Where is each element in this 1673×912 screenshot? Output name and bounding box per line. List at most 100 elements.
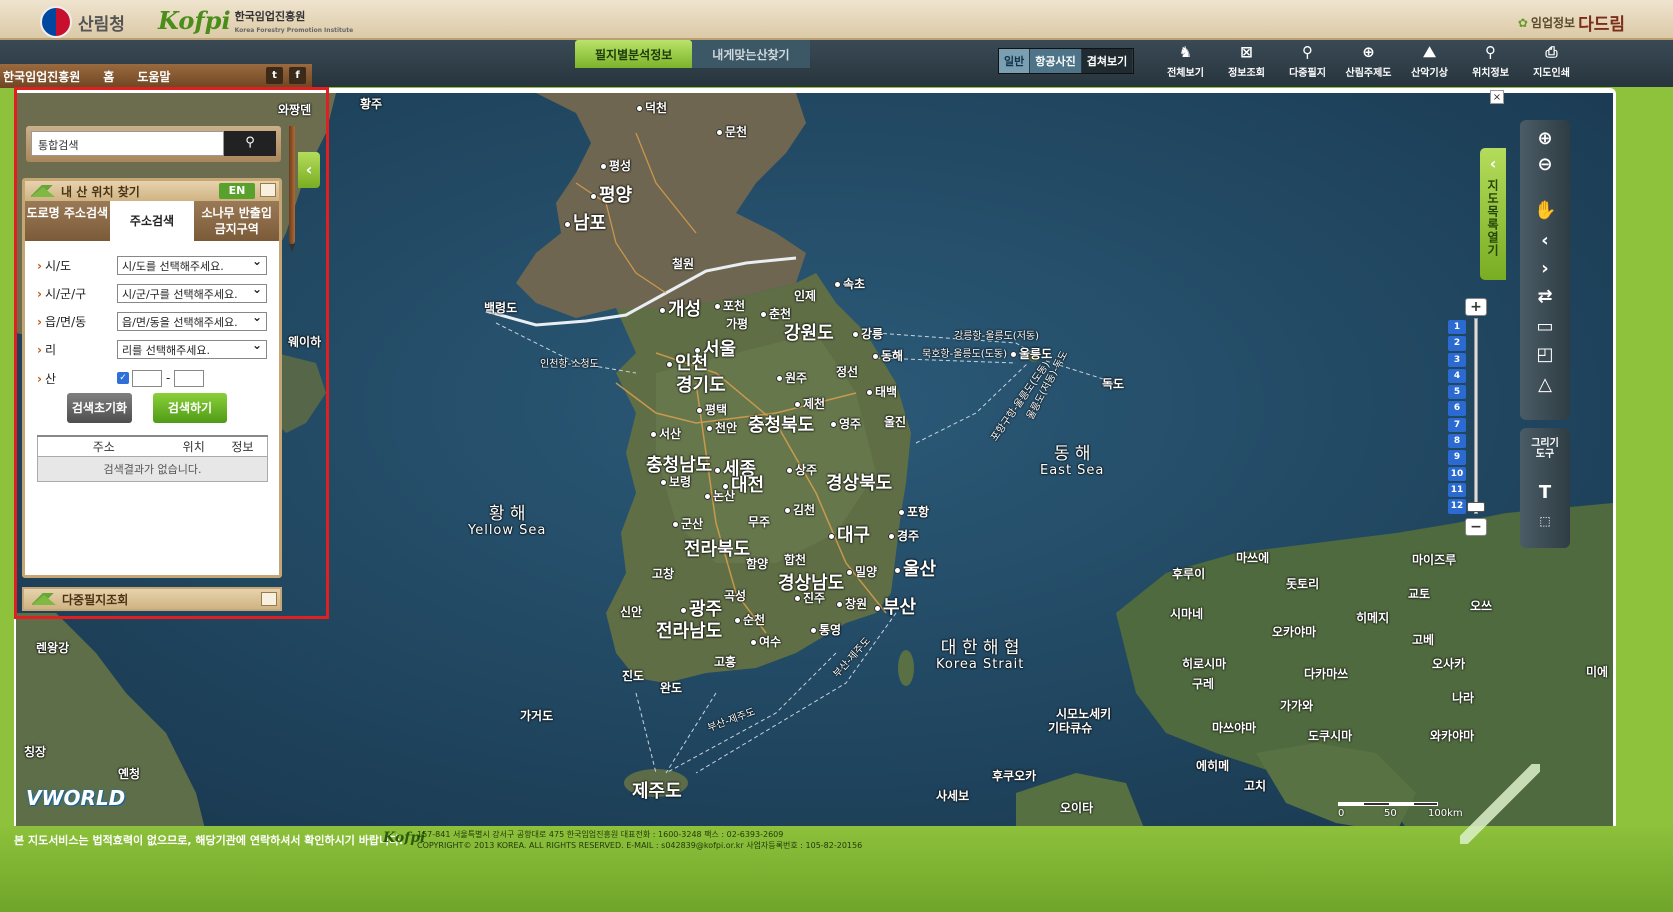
sea-label-yellow: 황 해 Yellow Sea [468,505,546,538]
kofpi-subtitle: Korea Forestry Promotion Institute [234,26,354,34]
tab-pine-restricted[interactable]: 소나무 반출입 금지구역 [194,201,280,241]
zoom-level[interactable]: 1 [1448,320,1466,335]
map-catalog-toggle[interactable]: ‹ 지도목록열기 [1480,148,1506,280]
zoom-level[interactable]: 6 [1448,401,1466,416]
search-icon: ⚲ [245,135,255,150]
sigungu-select[interactable]: 시/군/구를 선택해주세요. [117,282,267,303]
zoom-level[interactable]: 2 [1448,336,1466,351]
tab-parcel-analysis[interactable]: 필지별분석정보 [575,40,693,68]
zoom-rail[interactable] [1474,318,1478,514]
tab-find-mountain[interactable]: 내게맞는산찾기 [692,40,810,68]
map-label: 포천 [714,297,745,314]
zoom-level[interactable]: 7 [1448,417,1466,433]
map-label: 정선 [836,365,859,379]
taegeuk-emblem-icon [40,6,72,38]
zoom-in-icon[interactable]: ⊕ [1534,128,1556,150]
empty-result-message: 검색결과가 없습니다. [37,456,268,481]
map-label: 가가와 [1280,699,1314,713]
tool-print[interactable]: ⎙ 지도인쇄 [1521,43,1582,79]
tool-label: 산악기상 [1411,68,1448,79]
map-close-icon[interactable]: × [1490,90,1504,104]
zoom-out-button[interactable]: − [1465,518,1487,536]
chevron-left-icon: ‹ [1489,154,1497,173]
search-button[interactable]: ⚲ [224,131,276,156]
tool-label: 위치정보 [1472,68,1509,79]
kofpi-logo[interactable]: Kofpi 한국임업진흥원 Korea Forestry Promotion I… [158,6,353,35]
sea-name-en: Yellow Sea [468,522,547,538]
expand-button[interactable] [261,592,277,606]
link-home[interactable]: 홈 [103,68,114,85]
next-view-icon[interactable]: › [1534,258,1556,280]
facebook-icon[interactable]: f [289,67,306,84]
zoom-level[interactable]: 11 [1448,482,1466,498]
tab-road-address[interactable]: 도로명 주소검색 [25,201,110,241]
view-mode-hybrid[interactable]: 겹쳐보기 [1081,49,1134,73]
map-label: 함양 [746,557,769,571]
twitter-icon[interactable]: t [266,67,283,84]
sub-number-input[interactable] [174,369,205,387]
tab-address[interactable]: 주소검색 [109,201,195,241]
field-label: 읍/면/동 [37,313,117,330]
reset-button[interactable]: 검색초기화 [67,393,132,423]
zoom-thumb[interactable] [1467,502,1485,512]
kofpi-name: 한국임업진흥원 [234,9,306,23]
scale-label: 50 [1384,808,1397,819]
zoom-level[interactable]: 10 [1448,466,1466,481]
multi-parcel-widget[interactable]: 다중필지조회 [22,587,282,611]
previous-view-icon[interactable]: ‹ [1534,230,1556,252]
map-label-city: 남포 [564,209,606,235]
link-help[interactable]: 도움말 [137,68,170,85]
map-label: 교토 [1408,587,1431,601]
map-label-province: 충청북도 [748,415,815,436]
radius-measure-icon[interactable]: △ [1534,374,1556,396]
tool-forest-theme[interactable]: ⊕ 산림주제도 [1338,43,1399,79]
refresh-icon[interactable]: ⇄ [1534,286,1556,308]
korea-forest-service-logo[interactable]: 산림청 [40,6,125,38]
view-mode-aerial[interactable]: 항공사진 [1030,49,1082,73]
shape-tool-icon[interactable]: ⬚ [1534,510,1556,532]
service-logo[interactable]: ✿ 임업정보 다드림 [1518,10,1625,35]
zoom-slider: + 1 2 3 4 5 6 7 8 9 10 11 12 − [1448,298,1488,538]
tool-full-view[interactable]: ♞ 전체보기 [1155,43,1216,79]
distance-measure-icon[interactable]: ▭ [1534,316,1556,338]
zoom-level[interactable]: 12 [1448,499,1466,514]
area-measure-icon[interactable]: ◰ [1534,344,1556,366]
zoom-level[interactable]: 5 [1448,385,1466,400]
map-label: 시마네 [1170,607,1204,621]
map-label: 오카야마 [1272,625,1317,639]
search-input[interactable]: 통합검색 [31,131,224,156]
text-tool-icon[interactable]: T [1534,482,1556,504]
ri-select[interactable]: 리를 선택해주세요. [117,338,267,359]
map-label: 구레 [1192,677,1215,691]
english-toggle-button[interactable]: EN [219,183,255,199]
tool-label: 전체보기 [1167,68,1204,79]
mountain-checkbox[interactable]: ✓ [117,372,129,384]
zoom-in-button[interactable]: + [1465,298,1487,316]
eupmyeondong-select[interactable]: 읍/면/동을 선택해주세요. [117,310,267,331]
kofpi-name-block: 한국임업진흥원 Korea Forestry Promotion Institu… [234,9,354,35]
tool-mountain-weather[interactable]: ⛰ 산악기상 [1399,43,1460,79]
sido-select[interactable]: 시/도를 선택해주세요. [117,254,267,275]
tool-location[interactable]: ⚲ 위치정보 [1460,43,1521,79]
main-number-input[interactable] [132,369,162,387]
zoom-level[interactable]: 3 [1448,352,1466,367]
map-label: 속초 [834,275,865,292]
minimize-button[interactable] [260,183,276,197]
forest-theme-icon: ⊕ [1362,43,1375,61]
map-scale-bar: 0 50 100km [1338,796,1463,820]
tool-info-lookup[interactable]: ⊠ 정보조회 [1216,43,1277,79]
tool-multi-parcel[interactable]: ⚲ 다중필지 [1277,43,1338,79]
view-mode-normal[interactable]: 일반 [999,49,1031,73]
zoom-out-icon[interactable]: ⊖ [1534,154,1556,176]
map-label: 마이즈루 [1412,553,1457,567]
left-panel-toggle[interactable]: ‹ [298,152,320,188]
utility-bar: 한국임업진흥원 홈 도움말 t f [0,64,312,88]
map-label: 가거도 [520,709,554,723]
pan-hand-icon[interactable]: ✋ [1534,200,1556,222]
zoom-level[interactable]: 8 [1448,434,1466,449]
link-kofpi[interactable]: 한국임업진흥원 [3,68,80,85]
submit-search-button[interactable]: 검색하기 [153,393,227,423]
zoom-level[interactable]: 4 [1448,368,1466,384]
map-control-toolbar: ⊕ ⊖ ✋ ‹ › ⇄ ▭ ◰ △ [1520,120,1570,420]
zoom-level[interactable]: 9 [1448,450,1466,465]
